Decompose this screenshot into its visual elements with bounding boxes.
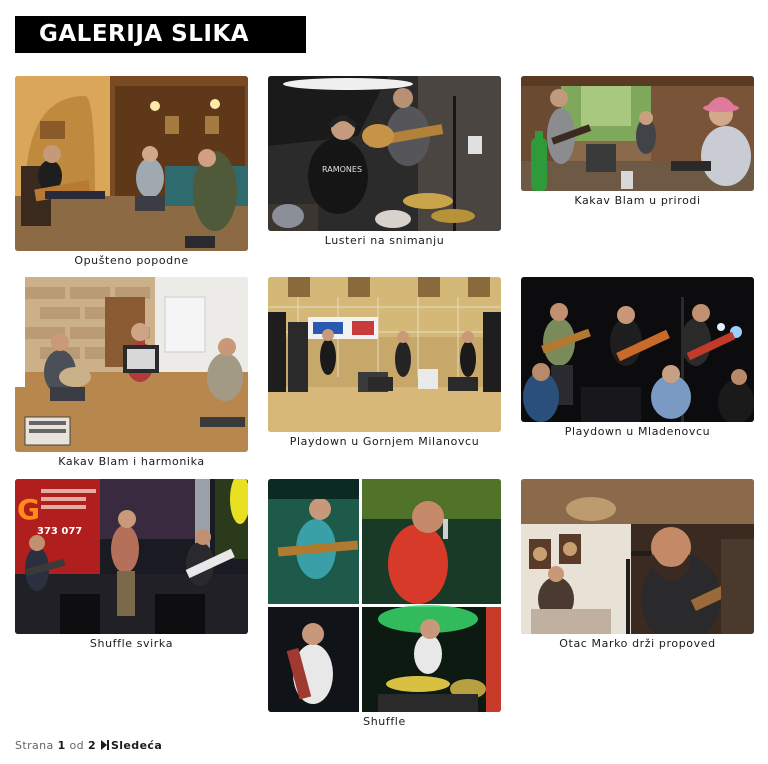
gallery-caption[interactable]: Shuffle (268, 715, 501, 729)
photo-night-concert (521, 277, 754, 422)
gallery-photo[interactable] (268, 479, 501, 712)
photo-outdoor-band (521, 76, 754, 191)
photo-outdoor-stage (268, 277, 501, 432)
photo-pub-singer (521, 479, 754, 634)
gallery-item-6[interactable]: Playdown u Mladenovcu (521, 277, 754, 439)
gallery-photo[interactable] (521, 479, 754, 634)
gallery-caption[interactable]: Playdown u Mladenovcu (521, 425, 754, 439)
shirt-print-text: RAMONES (322, 165, 362, 174)
pagination-total-pages: 2 (87, 739, 97, 752)
photo-shuffle-gig: G 373 077 (15, 479, 248, 634)
page-title: GALERIJA SLIKA (15, 16, 306, 53)
photo-shuffle-collage (268, 479, 501, 712)
gallery-photo[interactable] (15, 76, 248, 251)
gallery-photo[interactable] (521, 76, 754, 191)
gallery-item-2[interactable]: RAMONES Lusteri na snimanju (268, 76, 501, 248)
gallery-caption[interactable]: Opušteno popodne (15, 254, 248, 268)
gallery-photo[interactable] (268, 277, 501, 432)
gallery-caption[interactable]: Kakav Blam i harmonika (15, 455, 248, 469)
photo-living-room (15, 76, 248, 251)
next-page-link[interactable]: Sledeća (100, 739, 162, 752)
banner-letter-text: G (17, 493, 40, 526)
gallery-item-4[interactable]: Kakav Blam i harmonika (15, 277, 248, 469)
banner-phone-text: 373 077 (37, 526, 82, 537)
gallery-item-3[interactable]: Kakav Blam u prirodi (521, 76, 754, 208)
gallery-caption[interactable]: Otac Marko drži propoved (521, 637, 754, 651)
gallery-item-7[interactable]: G 373 077 Shuffle svirka (15, 479, 248, 651)
gallery-caption[interactable]: Playdown u Gornjem Milanovcu (268, 435, 501, 449)
gallery-item-1[interactable]: Opušteno popodne (15, 76, 248, 268)
gallery-photo[interactable] (521, 277, 754, 422)
photo-accordion-room (15, 277, 248, 452)
gallery-item-9[interactable]: Otac Marko drži propoved (521, 479, 754, 651)
gallery-photo[interactable]: RAMONES (268, 76, 501, 231)
pagination-separator: od (69, 739, 85, 752)
gallery-caption[interactable]: Shuffle svirka (15, 637, 248, 651)
pagination-prefix: Strana (15, 739, 54, 752)
gallery-caption[interactable]: Kakav Blam u prirodi (521, 194, 754, 208)
photo-recording-session: RAMONES (268, 76, 501, 231)
pagination: Strana 1 od 2 Sledeća (15, 739, 162, 753)
gallery-item-8[interactable]: Shuffle (268, 479, 501, 729)
pagination-current-page: 1 (57, 739, 66, 752)
gallery-photo[interactable] (15, 277, 248, 452)
next-arrow-icon (100, 740, 109, 750)
gallery-item-5[interactable]: Playdown u Gornjem Milanovcu (268, 277, 501, 449)
gallery-caption[interactable]: Lusteri na snimanju (268, 234, 501, 248)
gallery-photo[interactable]: G 373 077 (15, 479, 248, 634)
next-page-label[interactable]: Sledeća (111, 739, 162, 752)
